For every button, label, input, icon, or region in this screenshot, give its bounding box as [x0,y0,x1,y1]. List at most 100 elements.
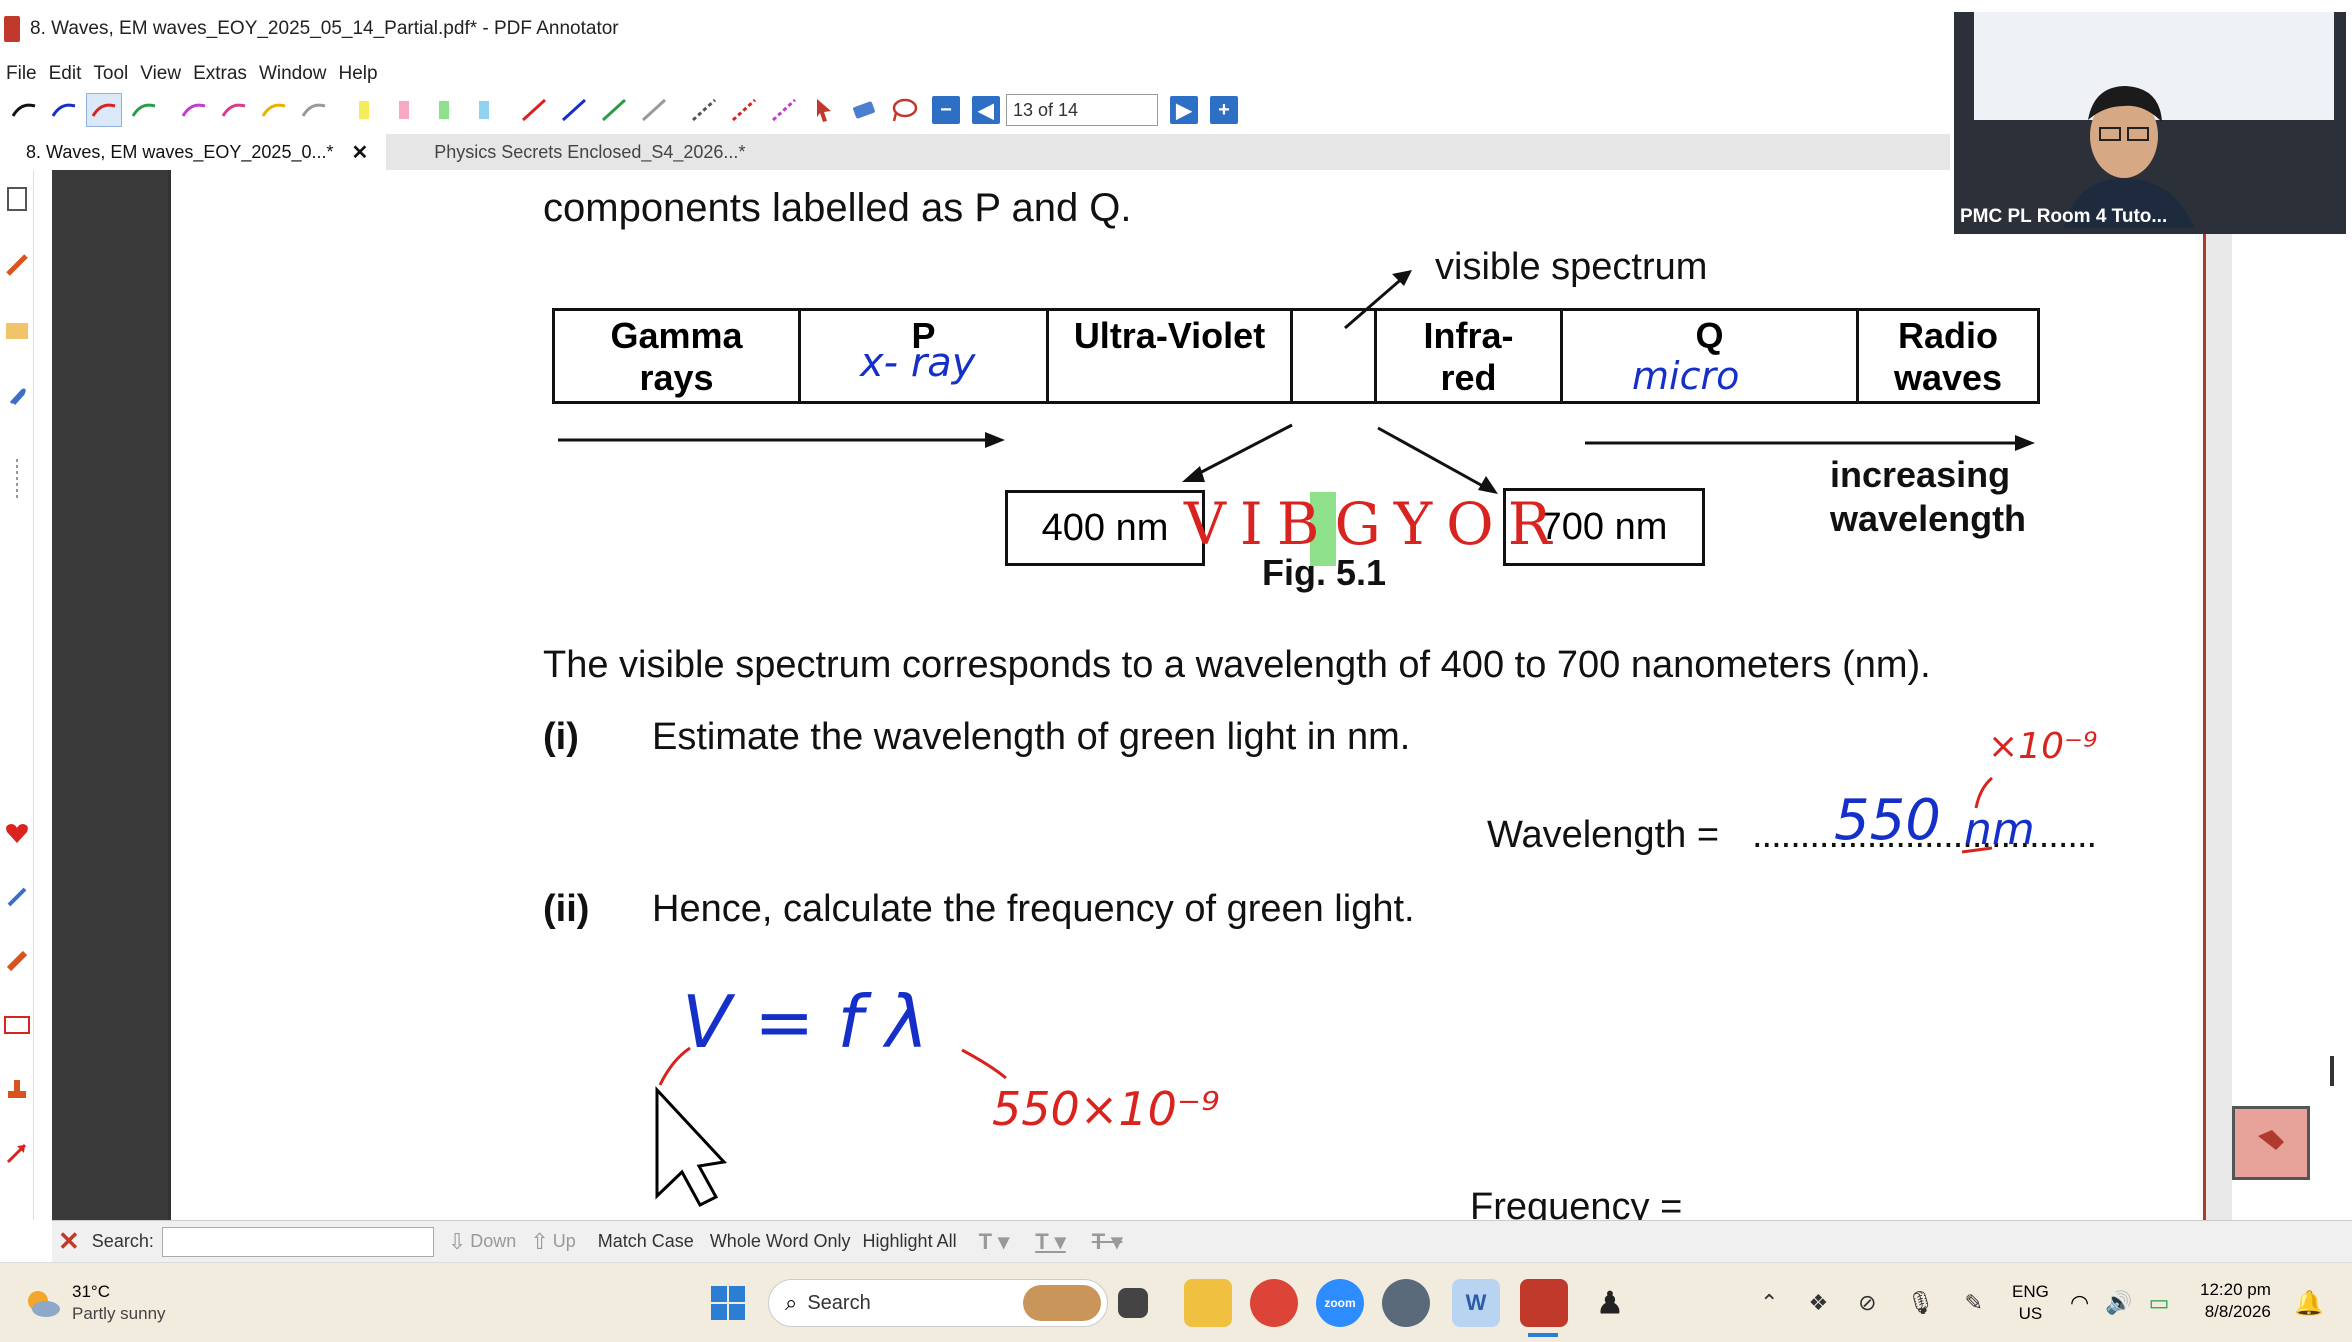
taskbar-safari[interactable] [1382,1279,1430,1327]
tray-expand-icon[interactable]: ⌃ [1760,1290,1778,1316]
taskbar-whiteboard[interactable]: W [1452,1279,1500,1327]
menu-window[interactable]: Window [259,63,327,85]
text-box-icon[interactable] [2,1010,32,1040]
line-red-icon[interactable] [516,93,552,127]
cell-q-top: Q [1695,315,1724,356]
menu-tool[interactable]: Tool [93,63,128,85]
highlighter-pink-icon[interactable] [386,93,422,127]
line-green-icon[interactable] [596,93,632,127]
highlighter-blue-icon[interactable] [466,93,502,127]
find-down-button[interactable]: Down [470,1231,516,1252]
paperclip-icon[interactable] [2,382,32,412]
presenter-icon: ♟ [1596,1286,1624,1320]
find-up-button[interactable]: Up [553,1231,576,1252]
dashed-line-black-icon[interactable] [686,93,722,127]
dropbox-icon[interactable]: ❖ [1808,1290,1828,1316]
start-button[interactable] [710,1279,746,1327]
pen-pink-icon[interactable] [216,93,252,127]
volume-icon: 🔊 [2105,1290,2133,1315]
tab-waves-em[interactable]: 8. Waves, EM waves_EOY_2025_0...* ✕ [0,134,387,170]
search-input[interactable] [161,1226,434,1257]
taskbar-presenter[interactable]: ♟ [1586,1279,1634,1327]
pen-icon[interactable]: ✎ [1965,1290,1983,1316]
lasso-icon[interactable] [886,93,922,127]
previous-page-button[interactable]: ◀ [972,96,1000,124]
taskbar-pdf-annotator[interactable] [1520,1279,1568,1327]
close-search-icon[interactable]: ✕ [58,1226,80,1257]
stamp-icon[interactable] [2,1074,32,1104]
zoom-in-button[interactable]: + [1210,96,1238,124]
cell-uv-top: Ultra-Violet [1073,315,1266,356]
zoom-out-button[interactable]: − [932,96,960,124]
highlight-all-toggle[interactable]: Highlight All [863,1231,957,1252]
clock[interactable]: 12:20 pm 8/8/2026 [2200,1279,2271,1327]
search-highlight-image [1023,1285,1101,1321]
eraser-icon[interactable] [846,93,882,127]
pen-blue-icon[interactable] [46,93,82,127]
pen-green-icon[interactable] [126,93,162,127]
select-arrow-icon[interactable] [806,93,842,127]
text-underline-icon[interactable]: T ▾ [1035,1229,1066,1255]
highlighter-yellow-icon[interactable] [346,93,382,127]
scroll-marker[interactable] [2330,1056,2334,1086]
highlighter-tool-icon[interactable] [2,946,32,976]
arrow-tool-icon[interactable] [2,1138,32,1168]
close-tab-icon[interactable]: ✕ [352,140,369,165]
floating-pointer-button[interactable] [2232,1106,2310,1180]
taskbar-chrome[interactable] [1250,1279,1298,1327]
tab-physics-secrets[interactable]: Physics Secrets Enclosed_S4_2026...* [386,134,763,170]
sidebar-splitter-icon[interactable] [2,459,32,499]
language-indicator[interactable]: ENG US [2012,1279,2049,1327]
heart-stamp-icon[interactable] [2,818,32,848]
vibgyor-r: R [1507,490,1566,558]
weather-widget[interactable]: 31°C Partly sunny [22,1279,166,1327]
annotation-q-answer[interactable]: micro [1632,354,1739,398]
pen-tool-icon[interactable] [2,250,32,280]
pen-black-icon[interactable] [6,93,42,127]
question-i-number: (i) [543,716,579,758]
annotation-substitution[interactable]: 550×10⁻⁹ [992,1082,1220,1136]
menu-edit[interactable]: Edit [49,63,82,85]
text-format-icon[interactable]: T ▾ [979,1229,1010,1255]
menu-file[interactable]: File [6,63,37,85]
taskbar-zoom[interactable]: zoom [1316,1279,1364,1327]
taskbar-file-explorer[interactable] [1184,1279,1232,1327]
notification-icon[interactable]: 🔔 [2294,1279,2324,1327]
whole-word-toggle[interactable]: Whole Word Only [710,1231,851,1252]
vibgyor-g: G [1334,490,1394,558]
video-call-overlay[interactable]: PMC PL Room 4 Tuto... [1954,12,2346,234]
text-strike-icon[interactable]: T ▾ [1092,1229,1123,1255]
pen-magenta-icon[interactable] [176,93,212,127]
line-blue-icon[interactable] [556,93,592,127]
sync-off-icon[interactable]: ⊘ [1858,1290,1876,1316]
network-volume-battery[interactable]: ◠ 🔊 ▭ [2070,1279,2169,1327]
annotation-vibgyor[interactable]: VIBGYOR [1184,490,1565,558]
match-case-toggle[interactable]: Match Case [598,1231,694,1252]
menu-extras[interactable]: Extras [193,63,247,85]
note-icon[interactable] [2,316,32,346]
highlighter-green-icon[interactable] [426,93,462,127]
taskbar-search[interactable]: ⌕ Search [768,1279,1108,1327]
annotation-x10-9[interactable]: ×10⁻⁹ [1988,726,2097,767]
annotation-550[interactable]: 550 [1834,788,1941,853]
next-page-button[interactable]: ▶ [1170,96,1198,124]
page-thumbnail-icon[interactable] [2,184,32,214]
microphone-icon[interactable]: 🎙 [1907,1290,1935,1316]
cell-gamma-bottom: rays [639,357,714,398]
menu-help[interactable]: Help [339,63,378,85]
page-number-field[interactable]: 13 of 14 [1006,94,1158,126]
annotation-formula[interactable]: V = f λ [682,980,928,1064]
taskbar-task-view[interactable] [1118,1279,1148,1327]
question-ii-number: (ii) [543,888,590,930]
dashed-line-red-icon[interactable] [726,93,762,127]
pen-red-icon[interactable] [86,93,122,127]
menu-view[interactable]: View [140,63,181,85]
pen-yellow-icon[interactable] [256,93,292,127]
marker-tool-icon[interactable] [2,882,32,912]
cell-visible [1293,311,1377,401]
line-grey-icon[interactable] [636,93,672,127]
dashed-line-magenta-icon[interactable] [766,93,802,127]
annotation-nm[interactable]: nm [1964,804,2035,855]
pen-grey-icon[interactable] [296,93,332,127]
annotation-p-answer[interactable]: x- ray [860,340,975,386]
